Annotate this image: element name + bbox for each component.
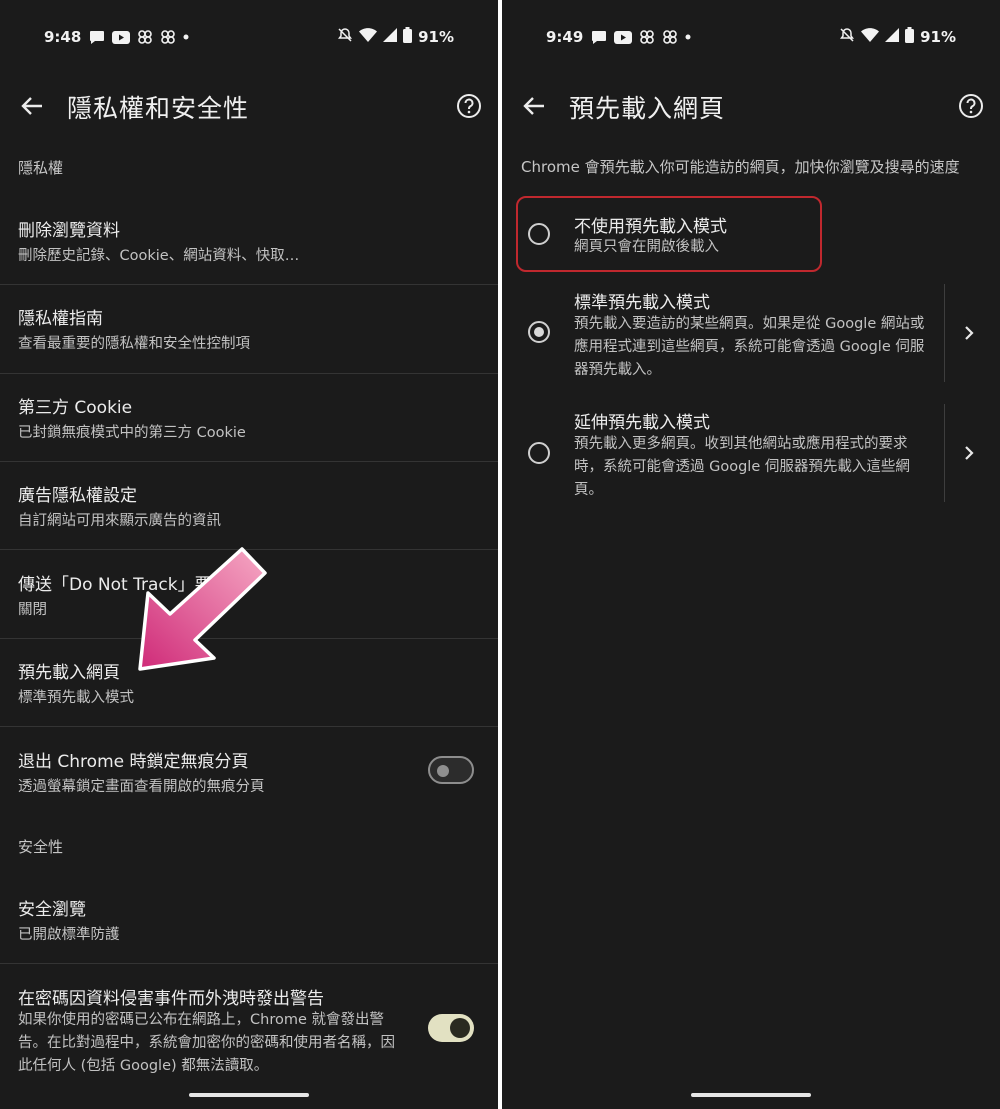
- setting-title: 廣告隱私權設定: [18, 486, 137, 506]
- section-header-security: 安全性: [18, 838, 64, 856]
- youtube-icon: [112, 30, 131, 44]
- divider-vertical: [944, 284, 945, 382]
- setting-title: 第三方 Cookie: [18, 398, 133, 418]
- mute-icon: [839, 27, 855, 47]
- gesture-nav-bar[interactable]: [189, 1093, 309, 1097]
- setting-subtitle: 標準預先載入模式: [18, 690, 134, 706]
- youtube-icon: [614, 30, 633, 44]
- battery-percent: 91%: [920, 28, 956, 46]
- section-header-privacy: 隱私權: [18, 159, 64, 177]
- setting-subtitle: 關閉: [18, 602, 47, 618]
- setting-title: 安全瀏覽: [18, 900, 86, 920]
- option-subtitle: 預先載入更多網頁。收到其他網站或應用程式的要求時，系統可能會透過 Google …: [574, 436, 910, 498]
- pinwheel-icon: [662, 29, 678, 45]
- wifi-icon: [359, 28, 378, 46]
- wifi-icon: [861, 28, 880, 46]
- toggle-knob: [437, 765, 449, 777]
- setting-subtitle: 已封鎖無痕模式中的第三方 Cookie: [18, 425, 246, 441]
- battery-percent: 91%: [418, 28, 454, 46]
- highlight-box: [516, 196, 822, 272]
- page-description: Chrome 會預先載入你可能造訪的網頁，加快你瀏覽及搜尋的速度: [521, 158, 960, 176]
- option-extended-preload[interactable]: 延伸預先載入模式 預先載入更多網頁。收到其他網站或應用程式的要求時，系統可能會透…: [502, 404, 1000, 504]
- option-title: 延伸預先載入模式: [574, 413, 710, 433]
- battery-icon: [905, 27, 915, 47]
- setting-title: 隱私權指南: [18, 309, 103, 329]
- lock-incognito-toggle[interactable]: [428, 756, 474, 784]
- help-icon[interactable]: [456, 93, 482, 119]
- annotation-arrow-icon: [128, 545, 270, 675]
- divider-vertical: [944, 404, 945, 502]
- mute-icon: [337, 27, 353, 47]
- setting-clear-browsing-data[interactable]: 刪除瀏覽資料 刪除歷史記錄、Cookie、網站資料、快取…: [0, 196, 498, 284]
- signal-icon: [885, 28, 900, 46]
- status-bar: 9:48 91%: [44, 24, 454, 50]
- app-bar: 預先載入網頁: [502, 80, 1000, 132]
- radio-standard-preload[interactable]: [528, 321, 550, 343]
- setting-subtitle: 查看最重要的隱私權和安全性控制項: [18, 336, 250, 352]
- chat-icon: [89, 30, 105, 45]
- app-bar: 隱私權和安全性: [0, 80, 498, 132]
- signal-icon: [383, 28, 398, 46]
- status-bar: 9:49 91%: [546, 24, 956, 50]
- back-arrow-icon[interactable]: [18, 92, 46, 120]
- setting-title: 預先載入網頁: [18, 663, 120, 683]
- pinwheel-icon: [137, 29, 153, 45]
- pinwheel-icon: [160, 29, 176, 45]
- notification-dot-icon: [183, 34, 189, 40]
- radio-extended-preload[interactable]: [528, 442, 550, 464]
- setting-subtitle: 自訂網站可用來顯示廣告的資訊: [18, 513, 221, 529]
- chevron-right-icon[interactable]: [960, 444, 978, 462]
- pinwheel-icon: [639, 29, 655, 45]
- setting-subtitle: 已開啟標準防護: [18, 927, 120, 943]
- setting-third-party-cookies[interactable]: 第三方 Cookie 已封鎖無痕模式中的第三方 Cookie: [0, 374, 498, 462]
- battery-icon: [403, 27, 413, 47]
- setting-password-leak-warning[interactable]: 在密碼因資料侵害事件而外洩時發出警告 如果你使用的密碼已公布在網路上，Chrom…: [0, 964, 498, 1084]
- setting-title: 退出 Chrome 時鎖定無痕分頁: [18, 752, 249, 772]
- status-time: 9:49: [546, 28, 584, 46]
- toggle-knob: [450, 1018, 470, 1038]
- gesture-nav-bar[interactable]: [691, 1093, 811, 1097]
- setting-title: 在密碼因資料侵害事件而外洩時發出警告: [18, 989, 324, 1009]
- help-icon[interactable]: [958, 93, 984, 119]
- setting-subtitle: 如果你使用的密碼已公布在網路上，Chrome 就會發出警告。在比對過程中，系統會…: [18, 1012, 395, 1074]
- notification-dot-icon: [685, 34, 691, 40]
- status-time: 9:48: [44, 28, 82, 46]
- back-arrow-icon[interactable]: [520, 92, 548, 120]
- setting-subtitle: 透過螢幕鎖定畫面查看開啟的無痕分頁: [18, 779, 265, 795]
- setting-subtitle: 刪除歷史記錄、Cookie、網站資料、快取…: [18, 248, 300, 264]
- setting-ad-privacy[interactable]: 廣告隱私權設定 自訂網站可用來顯示廣告的資訊: [0, 462, 498, 550]
- setting-safe-browsing[interactable]: 安全瀏覽 已開啟標準防護: [0, 875, 498, 963]
- setting-lock-incognito[interactable]: 退出 Chrome 時鎖定無痕分頁 透過螢幕鎖定畫面查看開啟的無痕分頁: [0, 727, 498, 815]
- page-title: 預先載入網頁: [569, 94, 726, 123]
- radio-dot: [534, 327, 544, 337]
- option-standard-preload[interactable]: 標準預先載入模式 預先載入要造訪的某些網頁。如果是從 Google 網站或應用程…: [502, 284, 1000, 384]
- option-title: 標準預先載入模式: [574, 293, 710, 313]
- chat-icon: [591, 30, 607, 45]
- password-leak-toggle[interactable]: [428, 1014, 474, 1042]
- privacy-security-screen: 9:48 91% 隱私權和安全性 隱私權 刪除瀏覽資料 刪除歷史記錄、Cooki…: [0, 0, 498, 1109]
- option-subtitle: 預先載入要造訪的某些網頁。如果是從 Google 網站或應用程式連到這些網頁，系…: [574, 316, 925, 378]
- chevron-right-icon[interactable]: [960, 324, 978, 342]
- preload-pages-screen: 9:49 91% 預先載入網頁 Chrome 會預先載入你可能造訪的網頁，加快你…: [502, 0, 1000, 1109]
- setting-privacy-guide[interactable]: 隱私權指南 查看最重要的隱私權和安全性控制項: [0, 285, 498, 373]
- setting-title: 刪除瀏覽資料: [18, 221, 120, 241]
- page-title: 隱私權和安全性: [67, 94, 250, 123]
